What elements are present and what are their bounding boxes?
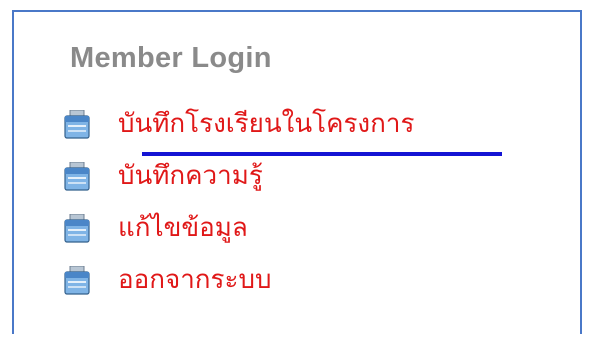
menu-item-label[interactable]: บันทึกความรู้ (118, 160, 263, 192)
member-login-title: Member Login (70, 42, 272, 74)
menu-item-label[interactable]: แก้ไขข้อมูล (118, 212, 248, 244)
window-icon (64, 214, 90, 243)
window-icon (64, 266, 90, 295)
window-icon (64, 110, 90, 139)
menu-item-record-knowledge[interactable]: บันทึกความรู้ (64, 160, 414, 212)
menu-item-logout[interactable]: ออกจากระบบ (64, 264, 414, 316)
menu-item-label[interactable]: บันทึกโรงเรียนในโครงการ (118, 108, 414, 140)
active-item-underline (142, 152, 502, 156)
menu-item-label[interactable]: ออกจากระบบ (118, 264, 272, 296)
member-menu: บันทึกโรงเรียนในโครงการ บันทึกความรู้ แก… (64, 108, 414, 316)
window-icon (64, 162, 90, 191)
menu-item-edit-profile[interactable]: แก้ไขข้อมูล (64, 212, 414, 264)
